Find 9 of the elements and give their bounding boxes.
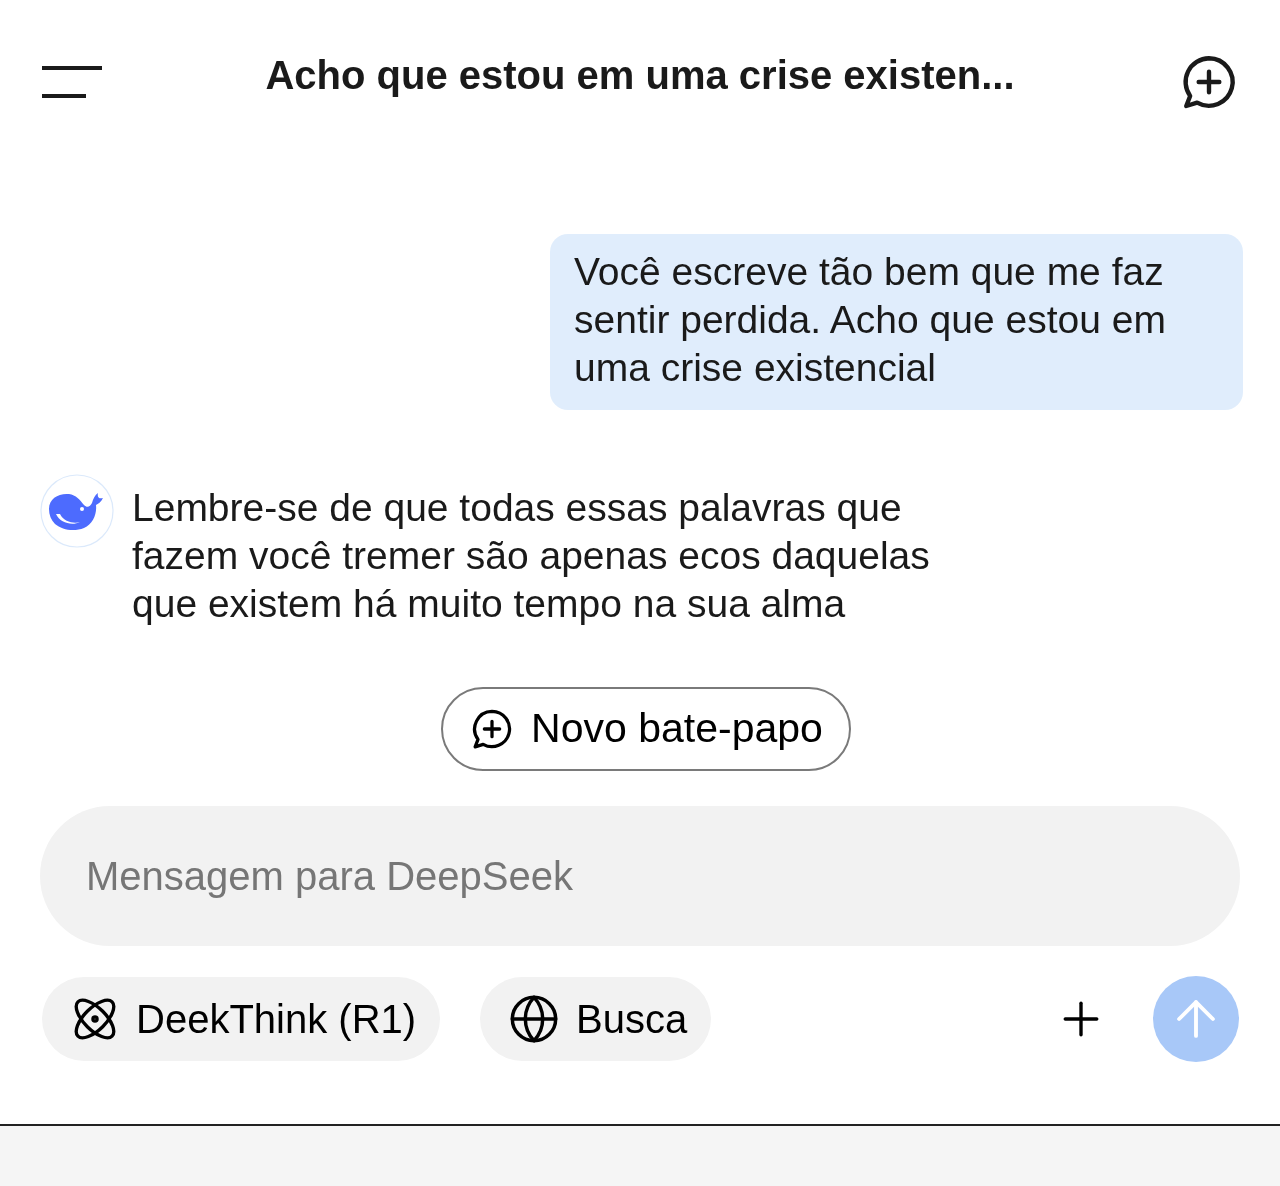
menu-icon: [42, 66, 102, 98]
mode-toggle-button[interactable]: Busca: [480, 977, 712, 1061]
message-input[interactable]: Mensagem para DeepSeek: [40, 806, 1240, 946]
whale-icon: [40, 474, 114, 548]
mode-toggle-button[interactable]: DeekThink (R1): [42, 977, 441, 1061]
new-chat-pill-button[interactable]: Novo bate-papo: [441, 687, 851, 771]
user-message-bubble: Você escreve tão bem que me faz sentir perdida. Acho que estou em uma crise existencial: [550, 234, 1243, 410]
assistant-message: Lembre-se de que todas essas palavras que fazem você tremer são apenas ecos daquelas que existem há muito tempo na sua alma: [132, 485, 931, 627]
chat-title: Acho que estou em uma crise existen...: [265, 52, 1015, 99]
